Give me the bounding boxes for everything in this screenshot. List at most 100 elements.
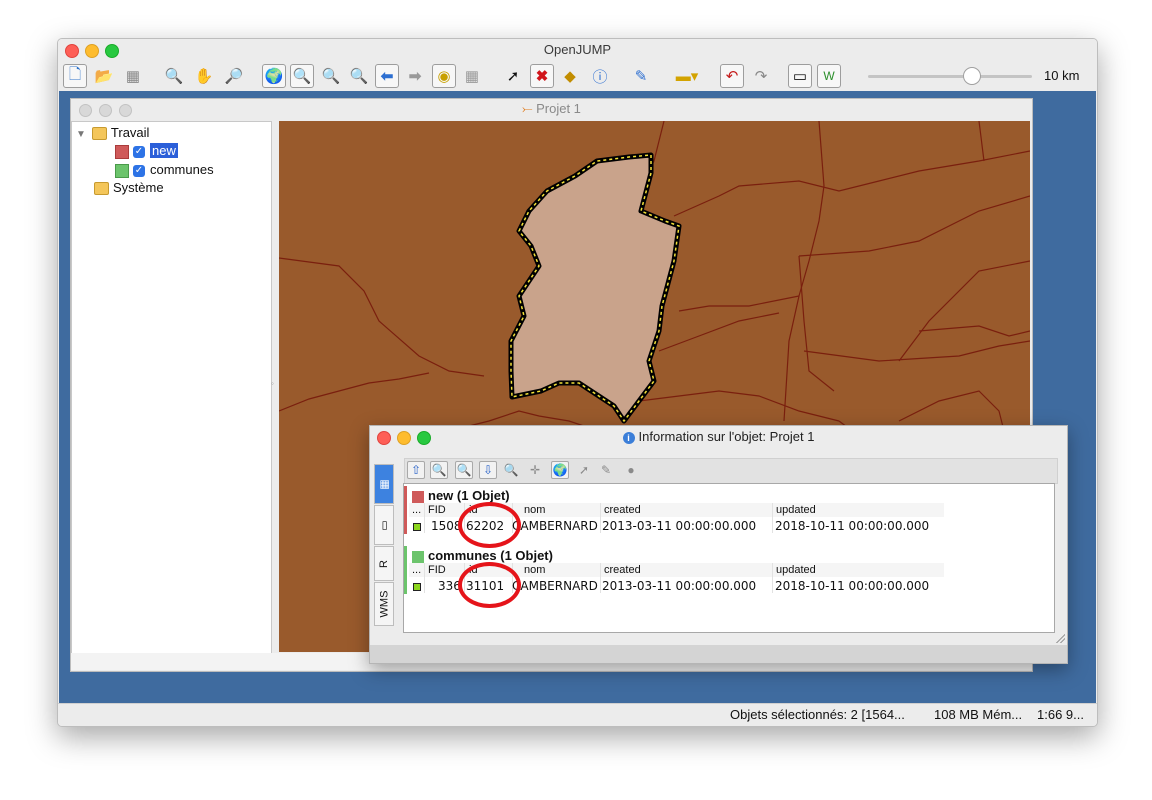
next-view-button[interactable]: ➡ [403,64,427,88]
tab-r[interactable]: R [374,546,394,581]
project-close-button[interactable] [79,104,92,117]
zoom-layer-button[interactable]: 🔍 [347,64,371,88]
zoom-to-fence-icon: 🔍 [321,68,341,85]
select-tool-button[interactable]: ➚ [501,64,525,88]
info-dialog-footer [370,645,1067,663]
layer-header-label: new (1 Objet) [428,488,510,503]
tree-folder-travail[interactable]: ▼ Travail [76,124,149,142]
zoom-feature-button[interactable]: 🔍 [502,461,520,479]
grid-button[interactable]: ▦ [460,64,484,88]
cell-created[interactable]: 2013-03-11 00:00:00.000 [602,579,756,593]
status-selection: Objets sélectionnés: 2 [1564... [730,707,905,722]
zoom-next-button[interactable]: 🔍 [430,461,448,479]
workbench-button[interactable]: W [817,64,841,88]
undo-button[interactable]: ↶ [720,64,744,88]
close-window-button[interactable] [65,44,79,58]
layer-communes-checkbox[interactable]: ✓ [133,164,145,177]
expand-arrow-icon[interactable]: ▼ [76,129,86,140]
zoom-realtime-icon: 🔎 [224,68,244,85]
tab-wms-label: WMS [378,590,391,618]
status-scale: 1:66 9... [1037,707,1084,722]
magnifier-icon: 🔍 [503,463,519,477]
folder-systeme-label: Système [113,180,164,195]
tree-folder-systeme[interactable]: Système [94,179,164,197]
pan-tool-button[interactable]: ✋ [192,64,216,88]
layer-swatch [412,550,424,563]
minimize-window-button[interactable] [85,44,99,58]
main-statusbar: Objets sélectionnés: 2 [1564... 108 MB M… [58,703,1097,726]
annotation-circle-id-new [458,502,521,548]
info-tool-button[interactable]: ⓘ [588,64,612,88]
cell-fid[interactable]: 1508 [431,519,462,533]
layer-communes-label[interactable]: communes [150,162,214,177]
layer-header-label: communes (1 Objet) [428,548,553,563]
info-maximize-button[interactable] [417,431,431,445]
delete-selection-icon: ✖ [535,68,549,85]
previous-view-icon: ⬅ [380,68,394,85]
zoom-full-extent-button[interactable]: 🌍 [262,64,286,88]
window-button[interactable]: ▭ [788,64,812,88]
project-title: Projet 1 [536,101,581,116]
edit-pen-icon: ✎ [634,68,648,85]
scale-button[interactable]: ◉ [432,64,456,88]
tab-r-label: R [377,559,390,568]
box-tool-button[interactable]: ◆ [558,64,582,88]
edit-tool-button[interactable]: ✎ [629,64,653,88]
save-project-button[interactable]: ▦ [121,64,145,88]
open-project-button[interactable]: 📂 [92,64,116,88]
zoom-arrow-icon: 🔍 [431,463,447,477]
project-minimize-button[interactable] [99,104,112,117]
feature-marker[interactable] [413,523,421,531]
tab-wms[interactable]: WMS [374,582,394,626]
resize-grip[interactable] [1055,633,1065,643]
zoom-full-button[interactable]: 🌍 [551,461,569,479]
crosshair-icon: ✛ [529,463,541,477]
delete-selection-button[interactable]: ✖ [530,64,554,88]
maximize-window-button[interactable] [105,44,119,58]
move-down-button[interactable]: ⇩ [479,461,497,479]
tab-page-view[interactable]: ▭ [374,505,394,545]
tab-table-view[interactable]: ▦ [374,464,394,504]
zoom-tool-button[interactable]: 🔍 [162,64,186,88]
measure-tool-button[interactable]: ▬▾ [670,64,704,88]
flash-button[interactable]: ⇧ [407,461,425,479]
layer-communes-swatch [115,163,129,178]
select-button[interactable]: ➚ [575,461,593,479]
cell-updated[interactable]: 2018-10-11 00:00:00.000 [775,519,929,533]
info-disabled-button[interactable]: ● [622,461,640,479]
feature-marker[interactable] [413,583,421,591]
attribute-panel: new (1 Objet) ... FID id nom created upd… [403,483,1055,633]
info-title-icon: i [622,431,635,444]
cell-nom[interactable]: CAMBERNARD [512,579,598,593]
edit-button[interactable]: ✎ [597,461,615,479]
zoom-back-icon: 🔍 [456,463,472,477]
tree-layer-communes[interactable]: ✓ communes [115,161,214,179]
zoom-scale-label: 10 km [1044,68,1080,83]
pan-feature-button[interactable]: ✛ [526,461,544,479]
col-head-created: created [604,504,641,516]
splitter-handle[interactable]: ◦ [271,379,274,388]
zoom-fence-button[interactable]: 🔍 [319,64,343,88]
col-head-nom: nom [524,564,546,576]
project-maximize-button[interactable] [119,104,132,117]
cursor-icon: ➚ [578,463,590,477]
cell-created[interactable]: 2013-03-11 00:00:00.000 [602,519,756,533]
pan-hand-icon: ✋ [194,68,214,85]
cell-updated[interactable]: 2018-10-11 00:00:00.000 [775,579,929,593]
zoom-selected-button[interactable]: 🔍 [290,64,314,88]
previous-view-button[interactable]: ⬅ [375,64,399,88]
zoom-slider[interactable] [868,63,1032,89]
cell-nom[interactable]: CAMBERNARD [512,519,598,533]
col-head-updated: updated [776,504,816,516]
layer-new-label[interactable]: new [150,143,178,158]
redo-button[interactable]: ↷ [749,64,773,88]
new-project-button[interactable]: 🗋 [63,64,87,88]
info-dialog-title: Information sur l'objet: Projet 1 [638,429,815,444]
col-head-created: created [604,564,641,576]
tree-layer-new[interactable]: ✓ new [115,142,178,160]
info-minimize-button[interactable] [397,431,411,445]
layer-new-checkbox[interactable]: ✓ [133,145,145,158]
zoom-realtime-button[interactable]: 🔎 [222,64,246,88]
zoom-previous-button[interactable]: 🔍 [455,461,473,479]
info-close-button[interactable] [377,431,391,445]
